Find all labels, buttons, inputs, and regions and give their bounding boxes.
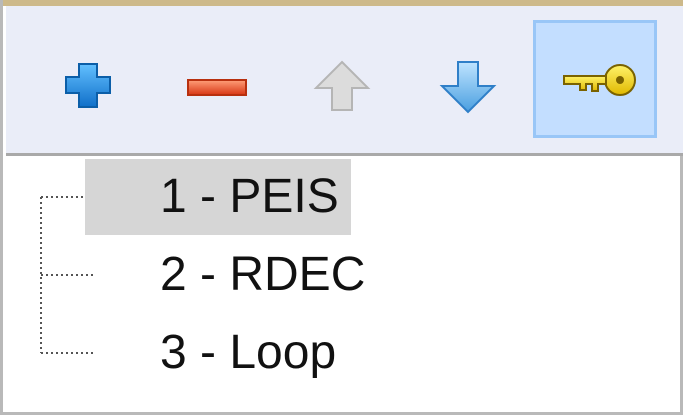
move-down-button[interactable] — [406, 20, 530, 138]
arrow-down-icon — [439, 61, 497, 114]
key-icon — [563, 64, 636, 96]
tree-item-loop[interactable]: 3 - Loop — [85, 315, 348, 391]
sequence-panel: 1 - PEIS 2 - RDEC 3 - Loop — [0, 0, 683, 415]
tree-item-rdec[interactable]: 2 - RDEC — [85, 237, 377, 313]
key-button[interactable] — [533, 20, 657, 138]
toolbar — [6, 6, 683, 156]
tree-item-label: 3 - Loop — [160, 326, 337, 379]
plus-icon — [65, 63, 111, 108]
move-up-button[interactable] — [280, 20, 404, 138]
arrow-up-icon — [313, 60, 371, 111]
remove-button[interactable] — [154, 20, 278, 138]
tree-item-label: 1 - PEIS — [160, 170, 339, 223]
tree-item-label: 2 - RDEC — [160, 248, 366, 301]
sequence-tree: 1 - PEIS 2 - RDEC 3 - Loop — [6, 156, 683, 412]
add-button[interactable] — [28, 20, 152, 138]
tree-item-peis[interactable]: 1 - PEIS — [85, 159, 351, 235]
minus-icon — [187, 79, 247, 96]
